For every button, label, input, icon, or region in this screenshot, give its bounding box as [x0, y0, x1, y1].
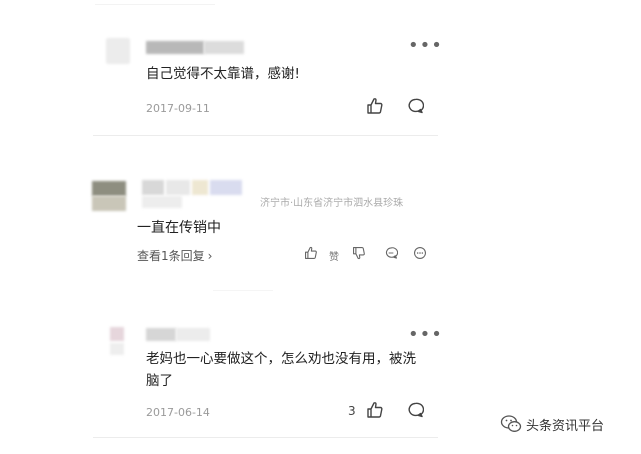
like-count: 3 — [348, 404, 356, 418]
avatar-lower — [92, 196, 126, 211]
username-blurred-2 — [176, 328, 210, 341]
thumbs-down-icon[interactable] — [352, 246, 366, 260]
comment-bubble-icon[interactable] — [406, 401, 424, 419]
username-blurred-2 — [166, 180, 190, 195]
avatar[interactable] — [92, 181, 126, 196]
comment-text-line-2: 脑了 — [146, 373, 173, 389]
thumbs-up-icon[interactable] — [366, 401, 384, 419]
username-blurred[interactable] — [146, 41, 204, 54]
comment-bubble-icon[interactable] — [384, 246, 398, 260]
username-blurred-3 — [192, 180, 208, 195]
comment-date: 2017-09-11 — [146, 102, 210, 115]
more-icon[interactable]: ••• — [408, 326, 443, 344]
username-blurred-tail — [204, 41, 244, 54]
username-blurred[interactable] — [146, 328, 176, 341]
thumbs-up-icon[interactable] — [366, 97, 384, 115]
location-text: 济宁市·山东省济宁市泗水县珍珠 — [260, 198, 404, 209]
view-replies-label: 查看1条回复 — [137, 249, 205, 263]
avatar-lower — [110, 343, 124, 355]
username-blurred-5 — [142, 196, 182, 208]
username-blurred-4 — [210, 180, 242, 195]
avatar[interactable] — [110, 327, 124, 341]
username-blurred[interactable] — [142, 180, 164, 195]
avatar[interactable] — [106, 38, 130, 64]
thumbs-up-icon[interactable] — [304, 246, 318, 260]
comment-text-line-1: 老妈也一心要做这个，怎么劝也没有用，被洗 — [146, 351, 416, 367]
chevron-right-icon: › — [207, 249, 213, 263]
divider-3 — [93, 437, 438, 438]
comment-bubble-icon[interactable] — [406, 97, 424, 115]
wechat-icon — [500, 415, 522, 432]
more-icon[interactable] — [413, 246, 427, 260]
like-label[interactable]: 赞 — [329, 248, 339, 263]
watermark-text: 头条资讯平台 — [526, 419, 605, 434]
view-replies-link[interactable]: 查看1条回复 › — [137, 247, 212, 264]
comment-date: 2017-06-14 — [146, 406, 210, 419]
divider-2 — [213, 290, 273, 291]
more-icon[interactable]: ••• — [408, 37, 443, 55]
divider-1 — [93, 135, 438, 136]
top-divider — [95, 4, 215, 5]
comment-text: 自己觉得不太靠谱，感谢! — [146, 66, 300, 82]
comment-text: 一直在传销中 — [137, 220, 221, 236]
